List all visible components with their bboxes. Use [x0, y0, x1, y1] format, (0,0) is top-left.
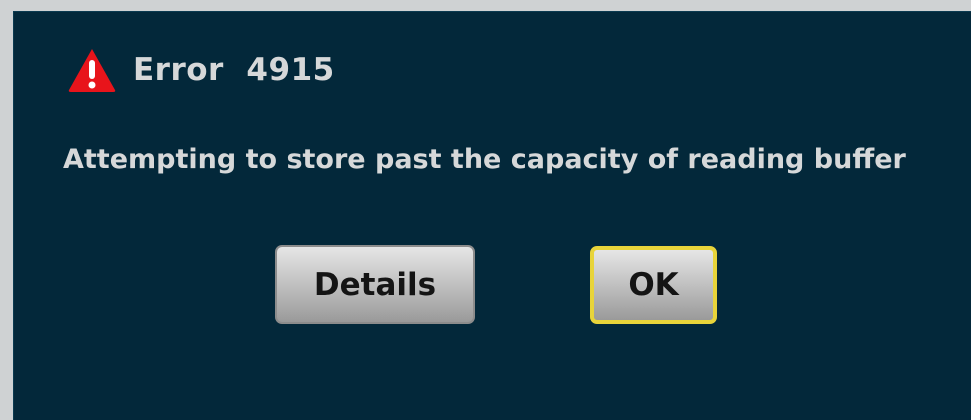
error-dialog: Error 4915 Attempting to store past the … [13, 11, 971, 420]
dialog-header: Error 4915 [67, 46, 335, 94]
ok-button[interactable]: OK [590, 246, 717, 324]
dialog-title: Error 4915 [133, 52, 335, 88]
error-message: Attempting to store past the capacity of… [63, 144, 906, 175]
warning-triangle-icon [68, 49, 116, 92]
details-button[interactable]: Details [275, 245, 475, 324]
